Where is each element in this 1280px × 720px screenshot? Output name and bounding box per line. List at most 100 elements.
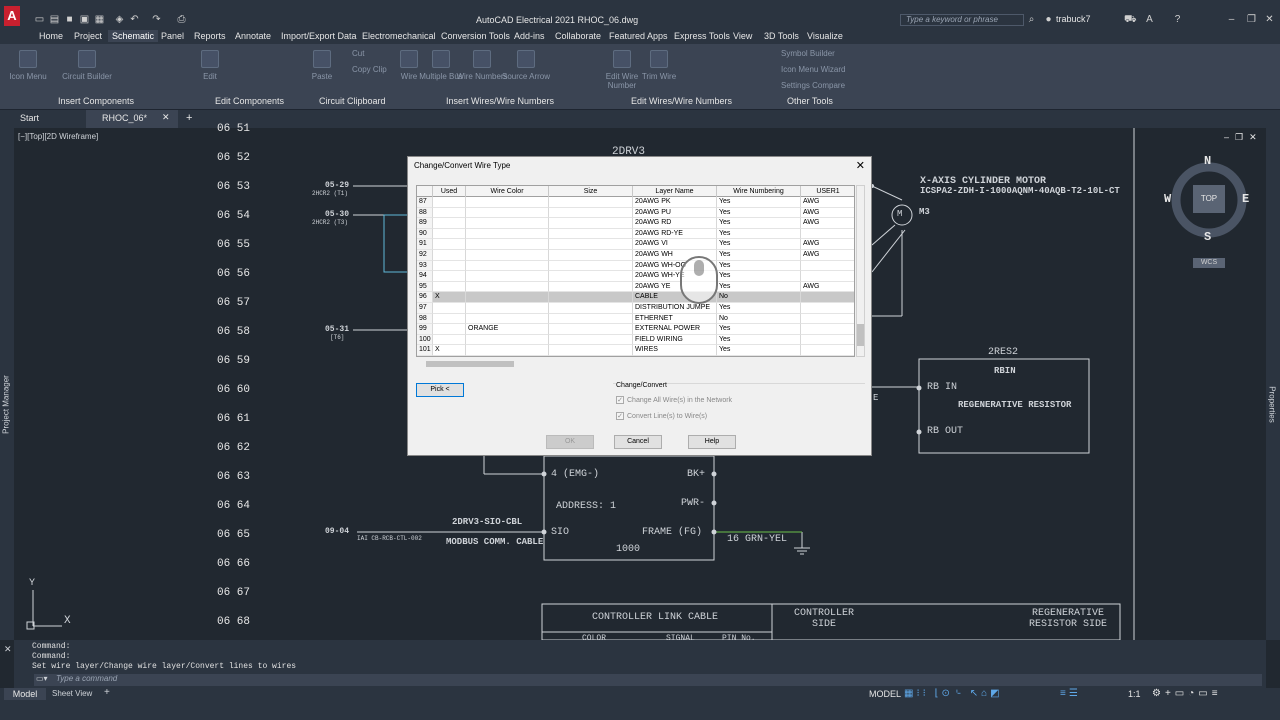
grid-col-header[interactable]: Wire Numbering [717,186,801,197]
grid-cell-color[interactable] [466,334,549,346]
grid-cell-used[interactable] [433,250,466,261]
grid-cell-user[interactable]: AWG [801,197,854,208]
grid-cell-used[interactable] [433,260,466,272]
grid-cell-n[interactable]: 87 [417,197,433,208]
pick-button[interactable]: Pick < [416,383,464,397]
grid-cell-layer[interactable]: DISTRIBUTION JUMPE [633,303,717,314]
grid-cell-num[interactable]: Yes [717,250,801,261]
grid-cell-n[interactable]: 100 [417,334,433,346]
grid-cell-num[interactable]: Yes [717,334,801,346]
ok-button[interactable]: OK [546,435,594,449]
grid-cell-color[interactable] [466,271,549,282]
grid-row[interactable]: 96 X CABLE No [417,292,854,303]
grid-cell-user[interactable] [801,314,854,325]
viewcube-top[interactable]: TOP [1201,194,1217,203]
grid-cell-size[interactable] [549,250,633,261]
grid-cell-used[interactable] [433,324,466,335]
grid-cell-num[interactable]: Yes [717,228,801,240]
grid-cell-n[interactable]: 93 [417,260,433,272]
grid-cell-n[interactable]: 99 [417,324,433,335]
grid-cell-size[interactable] [549,218,633,229]
grid-cell-used[interactable] [433,313,466,325]
grid-cell-n[interactable]: 88 [417,207,433,219]
grid-cell-num[interactable]: No [717,313,801,325]
grid-cell-used[interactable] [433,228,466,240]
grid-cell-size[interactable] [549,292,633,303]
grid-row[interactable]: 99 ORANGE EXTERNAL POWER Yes [417,324,854,335]
grid-cell-user[interactable] [801,345,854,356]
grid-col-header[interactable] [417,186,433,197]
grid-cell-num[interactable]: Yes [717,324,801,335]
grid-cell-layer[interactable]: 20AWG RD [633,218,717,229]
grid-cell-num[interactable]: Yes [717,239,801,250]
grid-cell-size[interactable] [549,334,633,346]
grid-cell-used[interactable]: X [433,345,466,356]
grid-cell-color[interactable] [466,260,549,272]
grid-row[interactable]: 91 20AWG VI Yes AWG [417,239,854,250]
grid-cell-size[interactable] [549,197,633,208]
grid-cell-size[interactable] [549,313,633,325]
grid-cell-n[interactable]: 97 [417,303,433,314]
grid-cell-size[interactable] [549,228,633,240]
annotation-scale[interactable]: 1:1 [1128,688,1141,700]
grid-cell-user[interactable] [801,292,854,303]
grid-cell-user[interactable] [801,229,854,240]
grid-cell-used[interactable] [433,218,466,229]
status-toggle-icons[interactable]: ▦⁝⁝ ⌊⊙⌎ ↖⌂◩ [904,688,1003,700]
grid-cell-size[interactable] [549,303,633,314]
grid-row[interactable]: 93 20AWG WH-OG Yes [417,260,854,272]
grid-cell-layer[interactable]: 20AWG PU [633,207,717,219]
grid-col-header[interactable]: Used [433,186,466,197]
grid-cell-used[interactable] [433,239,466,250]
grid-cell-used[interactable] [433,197,466,208]
grid-cell-n[interactable]: 101 [417,345,433,356]
grid-row[interactable]: 87 20AWG PK Yes AWG [417,197,854,208]
grid-row[interactable]: 101 X WIRES Yes [417,345,854,356]
grid-cell-layer[interactable]: 20AWG PK [633,197,717,208]
cancel-button[interactable]: Cancel [614,435,662,449]
grid-cell-color[interactable] [466,228,549,240]
grid-cell-user[interactable]: AWG [801,282,854,293]
grid-cell-n[interactable]: 98 [417,313,433,325]
lineweight-icon[interactable]: ≡☰ [1060,688,1081,700]
grid-cell-user[interactable]: AWG [801,250,854,261]
grid-cell-color[interactable] [466,292,549,303]
grid-cell-layer[interactable]: WIRES [633,345,717,356]
grid-cell-num[interactable]: Yes [717,281,801,293]
grid-row[interactable]: 90 20AWG RD-YE Yes [417,228,854,240]
grid-cell-used[interactable] [433,334,466,346]
grid-row[interactable]: 94 20AWG WH-YE Yes [417,271,854,282]
grid-cell-num[interactable]: Yes [717,303,801,314]
grid-cell-size[interactable] [549,260,633,272]
viewcube[interactable]: TOP [1193,185,1225,213]
grid-cell-size[interactable] [549,324,633,335]
grid-cell-n[interactable]: 96 [417,292,433,303]
grid-cell-user[interactable]: AWG [801,208,854,219]
tab-sheet-view[interactable]: Sheet View [52,688,92,700]
convert-lines-checkbox[interactable]: ✓ Convert Line(s) to Wire(s) [616,412,707,420]
grid-cell-n[interactable]: 91 [417,239,433,250]
grid-cell-user[interactable] [801,271,854,282]
grid-row[interactable]: 92 20AWG WH Yes AWG [417,250,854,261]
grid-cell-n[interactable]: 92 [417,250,433,261]
grid-row[interactable]: 95 20AWG YE Yes AWG [417,281,854,293]
grid-row[interactable]: 98 ETHERNET No [417,313,854,325]
grid-cell-num[interactable]: No [717,292,801,303]
compass-n[interactable]: N [1204,154,1211,168]
grid-cell-layer[interactable]: 20AWG VI [633,239,717,250]
grid-cell-num[interactable]: Yes [717,345,801,356]
hscroll-thumb[interactable] [426,361,514,367]
grid-cell-color[interactable] [466,345,549,356]
grid-cell-used[interactable] [433,207,466,219]
grid-cell-n[interactable]: 90 [417,228,433,240]
grid-col-header[interactable]: Size [549,186,633,197]
compass-e[interactable]: E [1242,192,1249,206]
grid-cell-n[interactable]: 95 [417,281,433,293]
grid-cell-user[interactable] [801,261,854,272]
grid-vscrollbar[interactable] [856,185,865,357]
grid-cell-n[interactable]: 94 [417,271,433,282]
grid-cell-num[interactable]: Yes [717,197,801,208]
grid-cell-color[interactable] [466,239,549,250]
workspace-icons[interactable]: ⚙+▭◔▭≡ [1152,688,1222,700]
model-space-toggle[interactable]: MODEL [869,688,901,700]
